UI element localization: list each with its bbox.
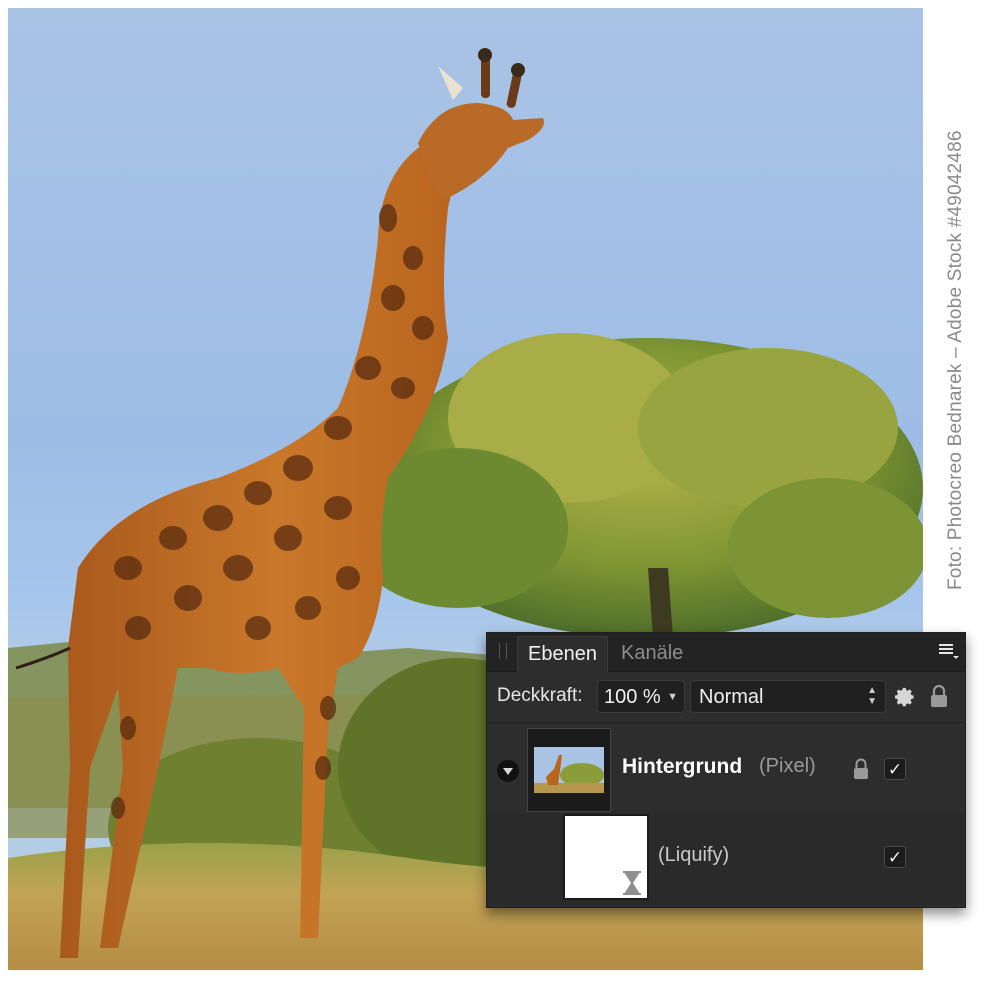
- opacity-label: Deckkraft:: [497, 685, 583, 706]
- triangle-down-icon: [503, 768, 513, 775]
- lock-icon[interactable]: [930, 685, 948, 708]
- panel-menu-icon[interactable]: [937, 642, 959, 660]
- tab-ebenen[interactable]: Ebenen: [517, 636, 608, 672]
- layer-lock-icon[interactable]: [853, 758, 869, 780]
- hourglass-icon: [623, 871, 641, 895]
- filter-visibility-checkbox[interactable]: ✓: [884, 846, 906, 868]
- filter-name[interactable]: (Liquify): [658, 844, 729, 867]
- liquify-thumbnail[interactable]: [563, 814, 649, 900]
- layer-row-liquify[interactable]: (Liquify) ✓: [487, 813, 965, 905]
- opacity-value: 100 %: [604, 686, 661, 708]
- layer-row-hintergrund[interactable]: Hintergrund (Pixel) ✓: [487, 723, 965, 813]
- gear-icon[interactable]: [894, 686, 916, 708]
- panel-grip-handle[interactable]: [499, 643, 507, 659]
- chevron-down-icon[interactable]: ▼: [667, 681, 678, 714]
- layer-name[interactable]: Hintergrund: [622, 755, 742, 779]
- opacity-field[interactable]: 100 % ▼: [597, 680, 685, 713]
- layer-visibility-checkbox[interactable]: ✓: [884, 758, 906, 780]
- blend-mode-select[interactable]: Normal ▲ ▼: [690, 680, 886, 713]
- tab-kanaele[interactable]: Kanäle: [611, 636, 693, 671]
- thumbnail-giraffe-image: [534, 747, 604, 793]
- layers-panel: Ebenen Kanäle Deckkraft: 100 % ▼ Normal …: [486, 632, 966, 908]
- blend-mode-value: Normal: [699, 686, 764, 708]
- stepper-arrows-icon[interactable]: ▲ ▼: [867, 685, 877, 707]
- photo-credit: Foto: Photocreo Bednarek – Adobe Stock #…: [945, 130, 966, 590]
- layer-thumbnail[interactable]: [527, 728, 611, 812]
- layers-toolbar: Deckkraft: 100 % ▼ Normal ▲ ▼: [487, 672, 965, 723]
- expand-toggle[interactable]: [497, 760, 519, 782]
- panel-tab-bar: Ebenen Kanäle: [487, 633, 965, 672]
- layer-type: (Pixel): [759, 755, 816, 777]
